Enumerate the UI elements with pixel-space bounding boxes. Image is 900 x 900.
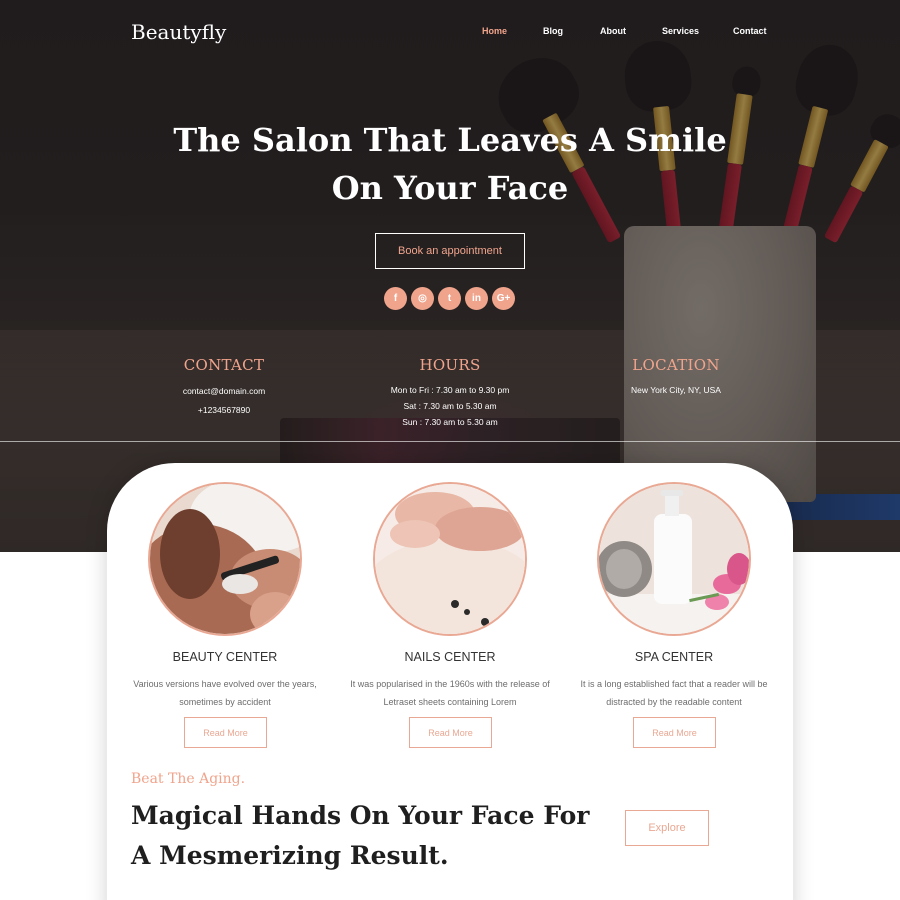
- service-title: NAILS CENTER: [404, 650, 496, 664]
- read-more-button[interactable]: Read More: [184, 717, 267, 748]
- service-title: BEAUTY CENTER: [172, 650, 278, 664]
- read-more-button[interactable]: Read More: [633, 717, 716, 748]
- promo-headline: Magical Hands On Your Face For A Mesmeri…: [131, 801, 590, 870]
- nails-center-image: [373, 482, 527, 636]
- explore-button[interactable]: Explore: [625, 810, 709, 846]
- twitter-icon[interactable]: t: [438, 287, 461, 310]
- hours-saturday: Sat : 7.30 am to 5.30 am: [403, 401, 497, 411]
- main-nav: Home Blog About Services Contact: [0, 26, 900, 40]
- nav-home[interactable]: Home: [482, 26, 507, 36]
- promo-tagline: Beat The Aging.: [131, 771, 246, 787]
- linkedin-icon[interactable]: in: [465, 287, 488, 310]
- hours-block: HOURS Mon to Fri : 7.30 am to 9.30 pm Sa…: [325, 356, 575, 430]
- instagram-icon[interactable]: ◎: [411, 287, 434, 310]
- contact-email[interactable]: contact@domain.com: [99, 382, 349, 401]
- nav-about[interactable]: About: [600, 26, 626, 36]
- nav-contact[interactable]: Contact: [733, 26, 767, 36]
- location-heading: LOCATION: [632, 356, 720, 374]
- book-appointment-button[interactable]: Book an appointment: [375, 233, 525, 269]
- read-more-button[interactable]: Read More: [409, 717, 492, 748]
- nav-services[interactable]: Services: [662, 26, 699, 36]
- contact-phone[interactable]: +1234567890: [99, 401, 349, 420]
- facebook-icon[interactable]: f: [384, 287, 407, 310]
- service-description: It was popularised in the 1960s with the…: [350, 679, 550, 707]
- service-title: SPA CENTER: [634, 650, 714, 664]
- location-address: New York City, NY, USA: [631, 385, 721, 395]
- google-plus-icon[interactable]: G+: [492, 287, 515, 310]
- nav-blog[interactable]: Blog: [543, 26, 563, 36]
- location-block: LOCATION New York City, NY, USA: [551, 356, 801, 398]
- contact-heading: CONTACT: [183, 356, 265, 374]
- contact-block: CONTACT contact@domain.com +1234567890: [99, 356, 349, 420]
- hero-title: The Salon That Leaves A Smile On Your Fa…: [173, 121, 727, 207]
- social-links: f ◎ t in G+: [384, 287, 515, 310]
- beauty-center-image: [148, 482, 302, 636]
- service-description: Various versions have evolved over the y…: [133, 679, 317, 707]
- hours-heading: HOURS: [419, 356, 481, 374]
- hours-weekday: Mon to Fri : 7.30 am to 9.30 pm: [390, 385, 510, 395]
- hours-sunday: Sun : 7.30 am to 5.30 am: [402, 417, 498, 427]
- spa-center-image: [597, 482, 751, 636]
- service-description: It is a long established fact that a rea…: [580, 679, 768, 707]
- hero-divider: [0, 441, 900, 442]
